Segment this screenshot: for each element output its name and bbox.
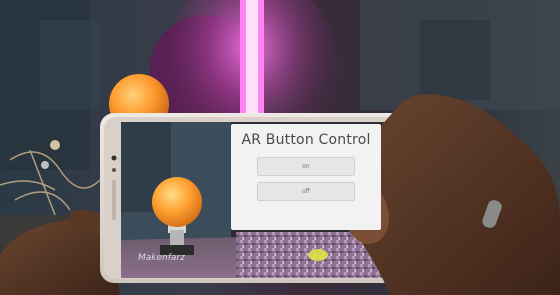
- ar-title: AR Button Control: [241, 132, 371, 148]
- off-button[interactable]: off: [257, 182, 355, 201]
- on-button[interactable]: on: [257, 157, 355, 176]
- ar-control-panel: AR Button Control on off: [231, 124, 381, 230]
- watermark: Makenfarz: [138, 253, 185, 263]
